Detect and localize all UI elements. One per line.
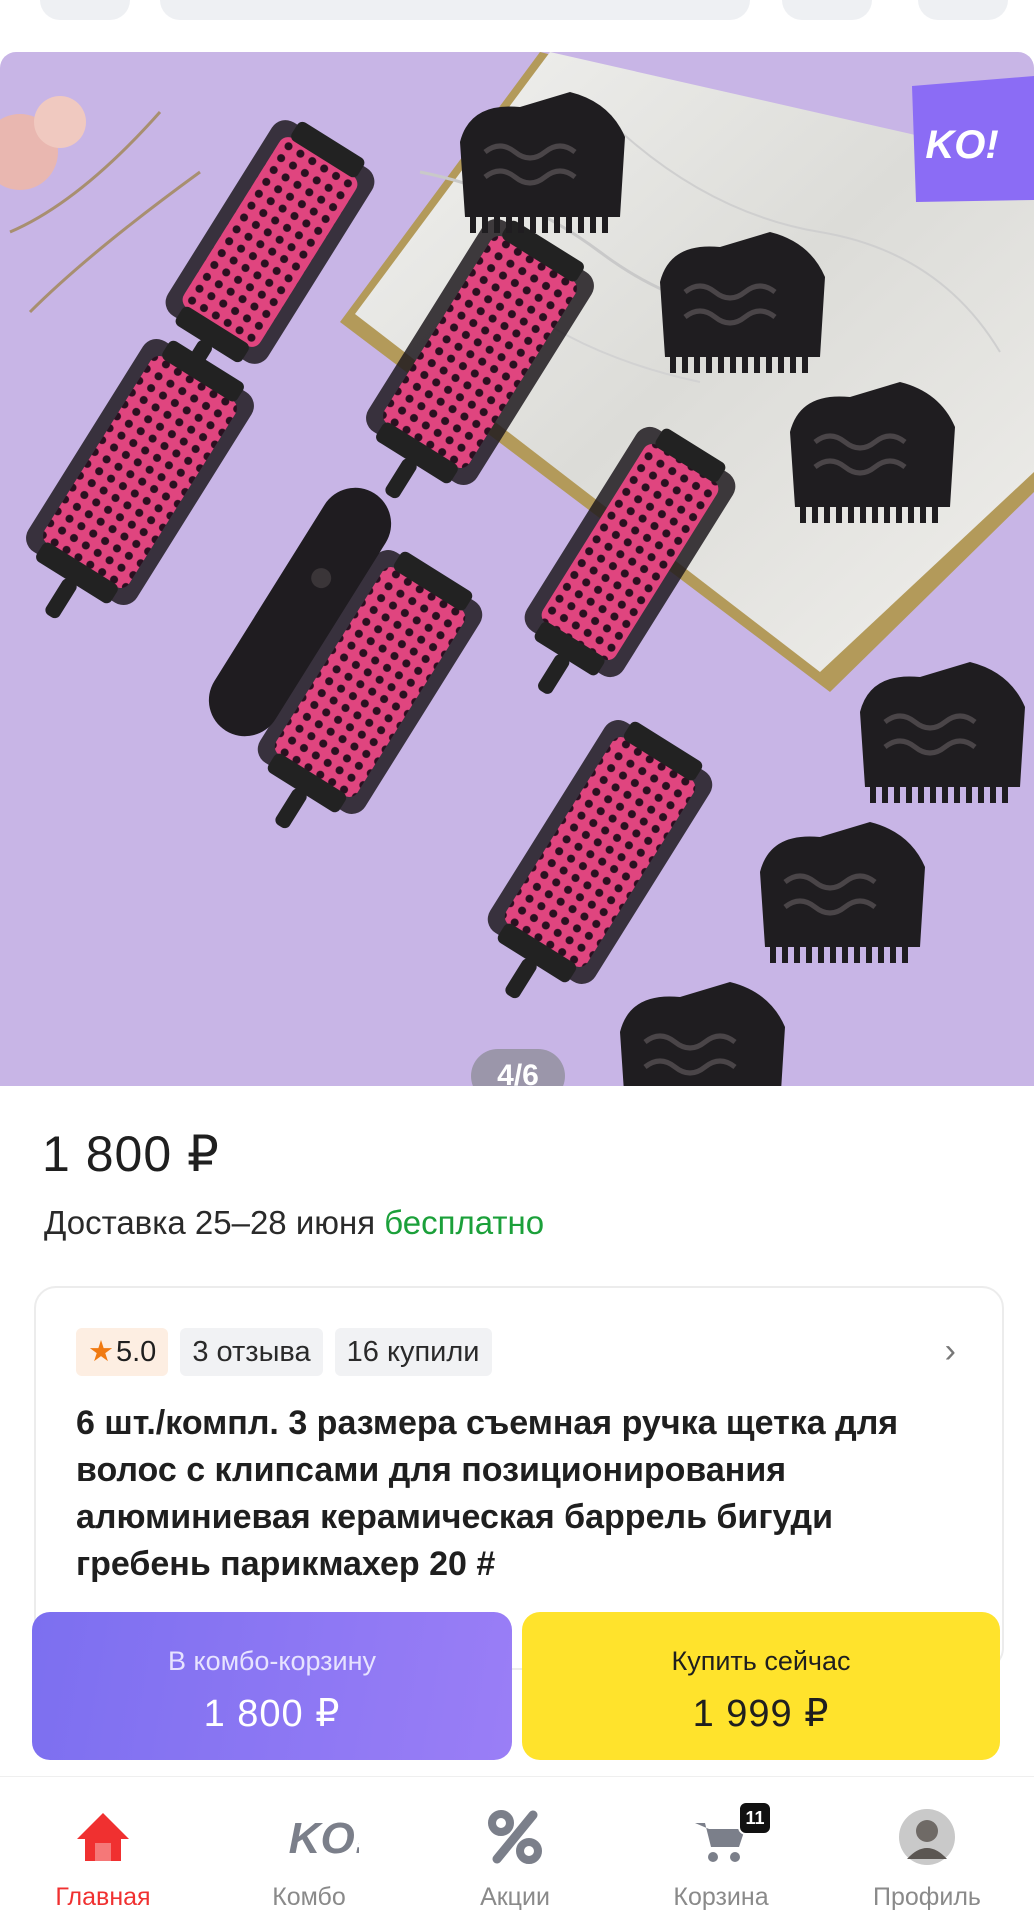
top-bar bbox=[0, 0, 1034, 52]
search-bar[interactable] bbox=[160, 0, 750, 20]
add-to-combo-button[interactable]: В комбо-корзину 1 800 ₽ bbox=[32, 1612, 512, 1760]
avatar bbox=[899, 1809, 955, 1865]
delivery-dates: Доставка 25–28 июня bbox=[44, 1204, 376, 1241]
nav-profile[interactable]: Профиль bbox=[824, 1777, 1030, 1921]
buy-button-label: Купить сейчас bbox=[671, 1646, 851, 1676]
product-title: 6 шт./компл. 3 размера съемная ручка щет… bbox=[76, 1404, 899, 1583]
hair-clip-2 bbox=[660, 232, 825, 373]
nav-home[interactable]: Главная bbox=[0, 1777, 206, 1921]
cart-count-badge: 11 bbox=[738, 1801, 772, 1835]
chevron-right-icon[interactable]: › bbox=[945, 1332, 956, 1371]
delivery-info: Доставка 25–28 июня бесплатно bbox=[44, 1204, 544, 1242]
brand-badge: KO! bbox=[912, 76, 1034, 202]
hair-clip-4 bbox=[860, 662, 1025, 803]
nav-promo[interactable]: Акции bbox=[412, 1777, 618, 1921]
image-counter: 4/6 bbox=[471, 1049, 565, 1086]
hair-clip-5 bbox=[760, 822, 925, 963]
hair-clip-3 bbox=[790, 382, 955, 523]
product-price: 1 800 ₽ bbox=[42, 1126, 220, 1182]
reviews-chip[interactable]: 3 отзыва bbox=[180, 1328, 323, 1376]
combo-button-label: В комбо-корзину bbox=[167, 1646, 377, 1676]
buy-button-price: 1 999 ₽ bbox=[692, 1693, 830, 1735]
nav-cart[interactable]: 11 Корзина bbox=[618, 1777, 824, 1921]
combo-button-price: 1 800 ₽ bbox=[203, 1693, 341, 1735]
product-photo: KO! bbox=[0, 52, 1034, 1086]
delivery-free: бесплатно bbox=[384, 1204, 545, 1241]
nav-promo-label: Акции bbox=[480, 1883, 550, 1911]
share-button[interactable] bbox=[782, 0, 872, 20]
purchases-chip: 16 купили bbox=[334, 1328, 492, 1376]
ko-logo-icon: KO! bbox=[289, 1814, 359, 1863]
product-image-gallery[interactable]: KO! 4/6 bbox=[0, 52, 1034, 1086]
nav-profile-label: Профиль bbox=[873, 1883, 981, 1911]
home-icon bbox=[77, 1813, 129, 1861]
back-button[interactable] bbox=[40, 0, 130, 20]
product-stats: ★5.0 3 отзыва 16 купили bbox=[76, 1328, 492, 1376]
ko-logo-text: KO! bbox=[289, 1814, 359, 1863]
rating-value: 5.0 bbox=[116, 1336, 157, 1368]
nav-home-label: Главная bbox=[55, 1883, 151, 1911]
hair-clip-1 bbox=[460, 92, 625, 233]
bottom-navigation: Главная KO! Комбо Акции 11 Корзина Профи… bbox=[0, 1776, 1034, 1921]
more-button[interactable] bbox=[918, 0, 1008, 20]
star-icon: ★ bbox=[88, 1336, 114, 1368]
nav-combo-label: Комбо bbox=[272, 1883, 346, 1911]
brand-badge-text: KO! bbox=[925, 123, 998, 167]
rating-chip[interactable]: ★5.0 bbox=[76, 1328, 169, 1376]
nav-cart-label: Корзина bbox=[673, 1883, 769, 1911]
nav-combo[interactable]: KO! Комбо bbox=[206, 1777, 412, 1921]
buy-now-button[interactable]: Купить сейчас 1 999 ₽ bbox=[522, 1612, 1000, 1760]
percent-icon bbox=[488, 1810, 542, 1864]
